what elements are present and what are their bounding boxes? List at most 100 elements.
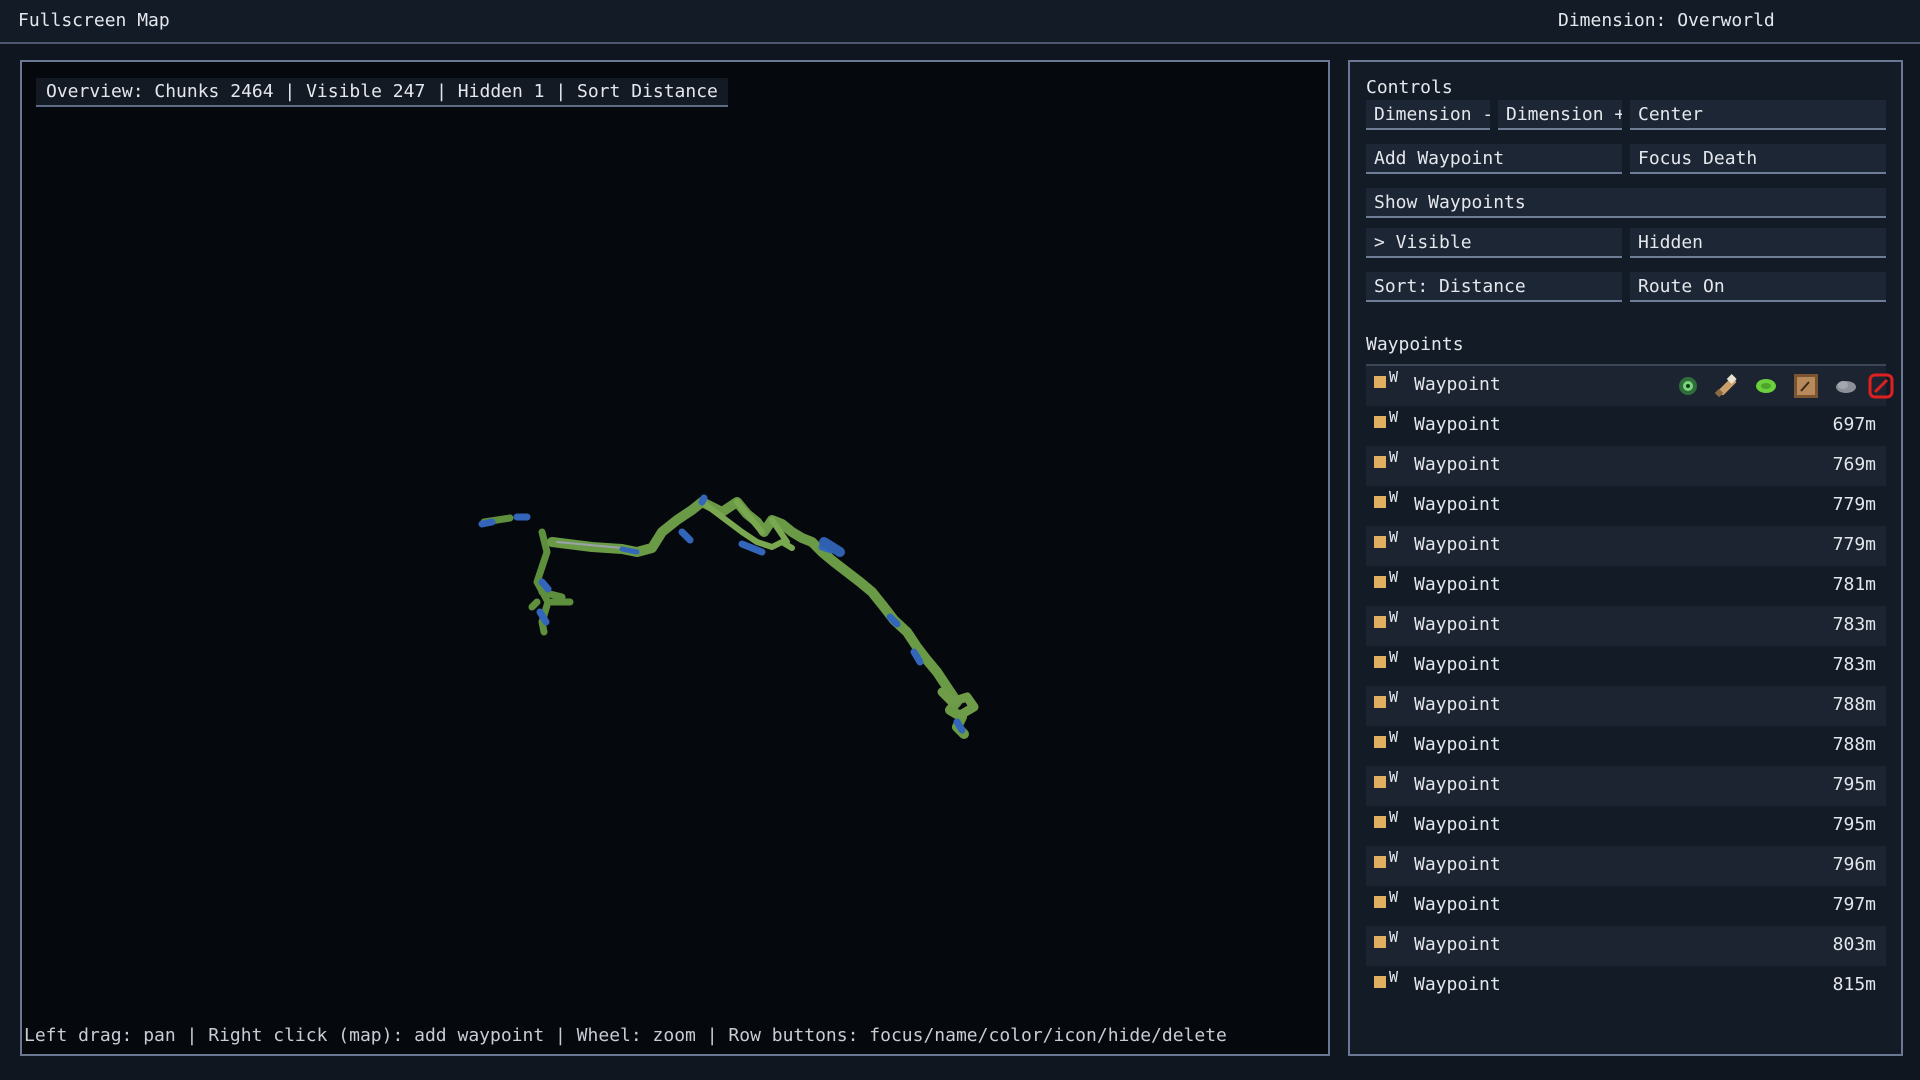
list-item[interactable]: W Waypoint 697m <box>1366 406 1886 446</box>
list-item[interactable]: W Waypoint 769m <box>1366 446 1886 486</box>
waypoint-color-swatch <box>1374 456 1386 468</box>
explored-terrain <box>478 494 979 739</box>
route-toggle[interactable]: Route On <box>1630 272 1886 302</box>
screen-title: Fullscreen Map <box>18 10 170 31</box>
waypoint-marker: W <box>1389 568 1399 586</box>
waypoint-color-swatch <box>1374 936 1386 948</box>
row-tools <box>1660 370 1894 402</box>
waypoint-marker: W <box>1389 928 1399 946</box>
list-item[interactable]: W Waypoint 783m <box>1366 606 1886 646</box>
waypoint-marker: W <box>1389 648 1399 666</box>
waypoint-distance: 783m <box>1832 654 1876 675</box>
list-item[interactable]: W Waypoint 779m <box>1366 526 1886 566</box>
list-item[interactable]: W Waypoint 779m <box>1366 486 1886 526</box>
waypoint-color-swatch <box>1374 736 1386 748</box>
waypoint-marker: W <box>1389 528 1399 546</box>
add-waypoint-button[interactable]: Add Waypoint <box>1366 144 1622 174</box>
waypoint-color-swatch <box>1374 856 1386 868</box>
list-item[interactable]: W Waypoint 781m <box>1366 566 1886 606</box>
waypoint-distance: 697m <box>1832 414 1876 435</box>
list-item[interactable]: W Waypoint 788m <box>1366 686 1886 726</box>
dimension-minus-button[interactable]: Dimension - <box>1366 100 1490 130</box>
list-item[interactable]: W Waypoint 795m <box>1366 766 1886 806</box>
waypoint-name: Waypoint <box>1414 854 1501 875</box>
waypoint-name: Waypoint <box>1414 974 1501 995</box>
hidden-tab[interactable]: Hidden <box>1630 228 1886 258</box>
waypoint-marker: W <box>1389 968 1399 986</box>
waypoint-name: Waypoint <box>1414 374 1501 395</box>
cloud-icon[interactable] <box>1830 370 1862 402</box>
delete-icon[interactable] <box>1866 370 1896 402</box>
waypoint-distance: 769m <box>1832 454 1876 475</box>
waypoint-distance: 783m <box>1832 614 1876 635</box>
waypoint-marker: W <box>1389 488 1399 506</box>
dimension-plus-button[interactable]: Dimension + <box>1498 100 1622 130</box>
waypoint-distance: 796m <box>1832 854 1876 875</box>
waypoint-distance: 781m <box>1832 574 1876 595</box>
waypoint-name: Waypoint <box>1414 534 1501 555</box>
waypoint-color-swatch <box>1374 696 1386 708</box>
waypoint-marker: W <box>1389 888 1399 906</box>
waypoint-distance: 779m <box>1832 534 1876 555</box>
waypoint-distance: 779m <box>1832 494 1876 515</box>
waypoint-distance: 788m <box>1832 694 1876 715</box>
waypoint-marker: W <box>1389 728 1399 746</box>
waypoint-name: Waypoint <box>1414 614 1501 635</box>
waypoint-color-swatch <box>1374 776 1386 788</box>
waypoint-name: Waypoint <box>1414 894 1501 915</box>
list-item[interactable]: W Waypoint 803m <box>1366 926 1886 966</box>
waypoint-name: Waypoint <box>1414 454 1501 475</box>
eye-icon[interactable] <box>1672 370 1704 402</box>
waypoint-color-swatch <box>1374 376 1386 388</box>
waypoint-color-swatch <box>1374 816 1386 828</box>
list-item[interactable]: W Waypoint 788m <box>1366 726 1886 766</box>
waypoint-marker: W <box>1389 768 1399 786</box>
list-item[interactable]: W Waypoint 796m <box>1366 846 1886 886</box>
waypoint-color-swatch <box>1374 576 1386 588</box>
waypoint-marker: W <box>1389 688 1399 706</box>
waypoint-name: Waypoint <box>1414 494 1501 515</box>
sort-button[interactable]: Sort: Distance <box>1366 272 1622 302</box>
waypoint-distance: 815m <box>1832 974 1876 995</box>
controls-heading: Controls <box>1366 77 1453 98</box>
waypoint-name: Waypoint <box>1414 694 1501 715</box>
waypoint-distance: 788m <box>1832 734 1876 755</box>
waypoint-marker: W <box>1389 448 1399 466</box>
waypoint-color-swatch <box>1374 616 1386 628</box>
spyglass-icon[interactable] <box>1710 370 1742 402</box>
controls-hint: Left drag: pan | Right click (map): add … <box>24 1025 1227 1046</box>
list-item[interactable]: W Waypoint 795m <box>1366 806 1886 846</box>
waypoint-marker: W <box>1389 848 1399 866</box>
waypoint-name: Waypoint <box>1414 414 1501 435</box>
waypoint-color-swatch <box>1374 416 1386 428</box>
top-bar: Fullscreen Map Dimension: Overworld <box>0 0 1920 44</box>
waypoint-marker: W <box>1389 368 1399 386</box>
list-item[interactable]: W Waypoint 783m <box>1366 646 1886 686</box>
waypoint-distance: 795m <box>1832 774 1876 795</box>
focus-death-button[interactable]: Focus Death <box>1630 144 1886 174</box>
visible-tab[interactable]: > Visible <box>1366 228 1622 258</box>
waypoint-color-swatch <box>1374 656 1386 668</box>
waypoint-marker: W <box>1389 808 1399 826</box>
waypoint-list: W Waypoint W Waypoint 697m W Waypoint 76… <box>1366 364 1894 1006</box>
side-panel: Controls Dimension - Dimension + Center … <box>1348 60 1903 1056</box>
waypoint-marker: W <box>1389 408 1399 426</box>
overview-status: Overview: Chunks 2464 | Visible 247 | Hi… <box>36 78 728 107</box>
list-item[interactable]: W Waypoint 815m <box>1366 966 1886 1006</box>
waypoint-name: Waypoint <box>1414 774 1501 795</box>
show-waypoints-button[interactable]: Show Waypoints <box>1366 188 1886 218</box>
waypoint-color-swatch <box>1374 496 1386 508</box>
waypoint-name: Waypoint <box>1414 574 1501 595</box>
waypoint-distance: 797m <box>1832 894 1876 915</box>
map-view[interactable]: Overview: Chunks 2464 | Visible 247 | Hi… <box>20 60 1330 1056</box>
waypoint-color-swatch <box>1374 896 1386 908</box>
map-frame-icon[interactable] <box>1790 370 1822 402</box>
waypoint-color-swatch <box>1374 536 1386 548</box>
waypoint-name: Waypoint <box>1414 734 1501 755</box>
list-item[interactable]: W Waypoint 797m <box>1366 886 1886 926</box>
center-button[interactable]: Center <box>1630 100 1886 130</box>
waypoint-distance: 803m <box>1832 934 1876 955</box>
list-item[interactable]: W Waypoint <box>1366 366 1894 406</box>
waypoint-name: Waypoint <box>1414 934 1501 955</box>
slime-icon[interactable] <box>1750 370 1782 402</box>
